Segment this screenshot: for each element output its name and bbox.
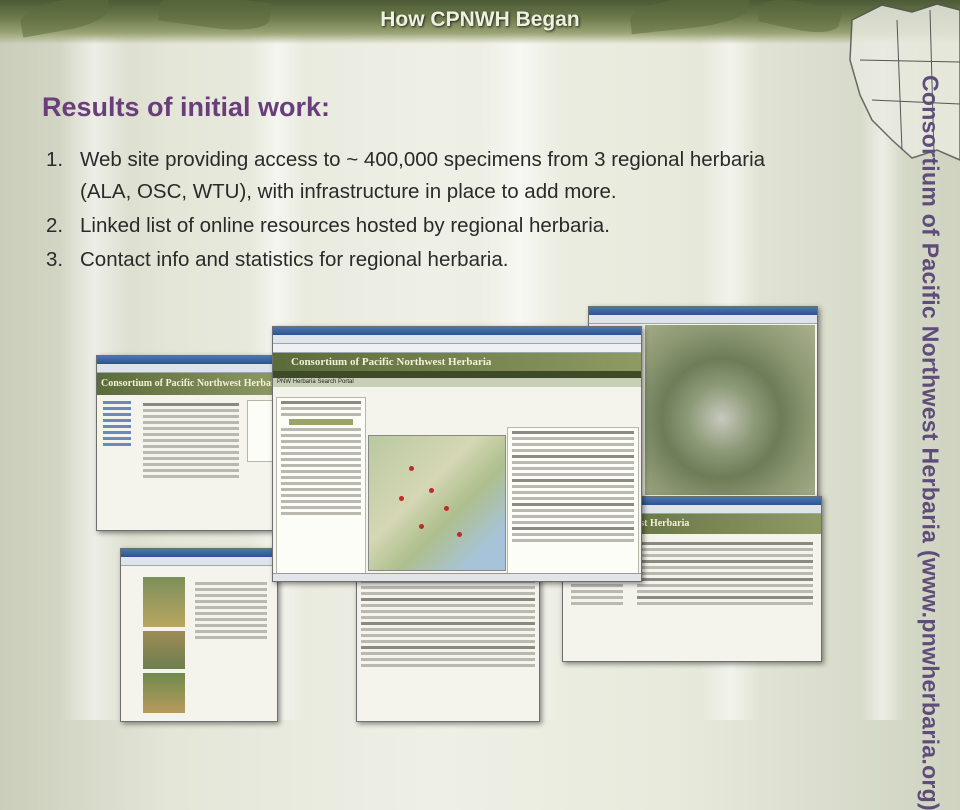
results-list: 1. Web site providing access to ~ 400,000…	[44, 144, 814, 278]
section-heading: Results of initial work:	[42, 92, 331, 122]
list-item: 2. Linked list of online resources hosted…	[46, 214, 610, 237]
screenshot-atlas-page	[120, 548, 278, 722]
screenshot-home-page: Consortium of Pacific Northwest Herbaria	[96, 355, 284, 531]
list-item: 1. Web site providing access to ~ 400,000…	[46, 148, 766, 203]
sidebar-vertical-title: Consortium of Pacific Northwest Herbaria…	[910, 75, 950, 810]
sidebar-text: Consortium of Pacific Northwest Herbaria…	[917, 74, 944, 810]
slide-header-title: How CPNWH Began	[380, 8, 580, 31]
screenshot-search-portal: Consortium of Pacific Northwest Herbaria…	[272, 326, 642, 582]
list-item: 3. Contact info and statistics for region…	[46, 248, 509, 271]
screenshot-herbaria-list	[356, 560, 540, 722]
